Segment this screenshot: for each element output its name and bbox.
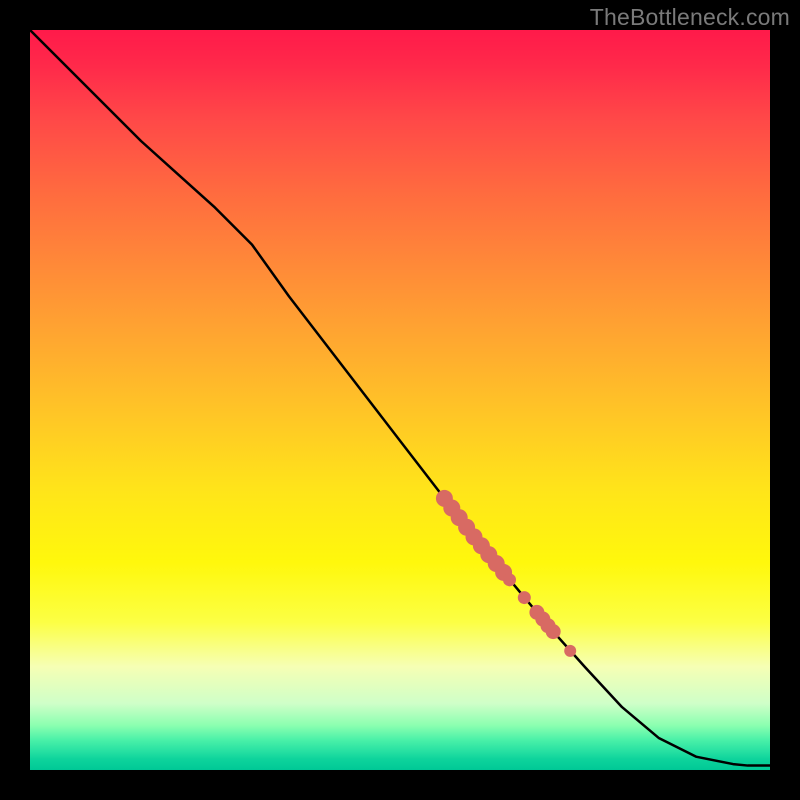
chart-svg xyxy=(30,30,770,770)
highlight-point xyxy=(546,624,561,639)
highlight-point xyxy=(518,591,531,604)
highlight-point xyxy=(503,573,516,586)
highlight-markers xyxy=(436,490,576,657)
watermark-text: TheBottleneck.com xyxy=(590,4,790,31)
curve-line xyxy=(30,30,770,766)
highlight-point xyxy=(564,645,576,657)
chart-canvas: TheBottleneck.com xyxy=(0,0,800,800)
plot-area xyxy=(30,30,770,770)
